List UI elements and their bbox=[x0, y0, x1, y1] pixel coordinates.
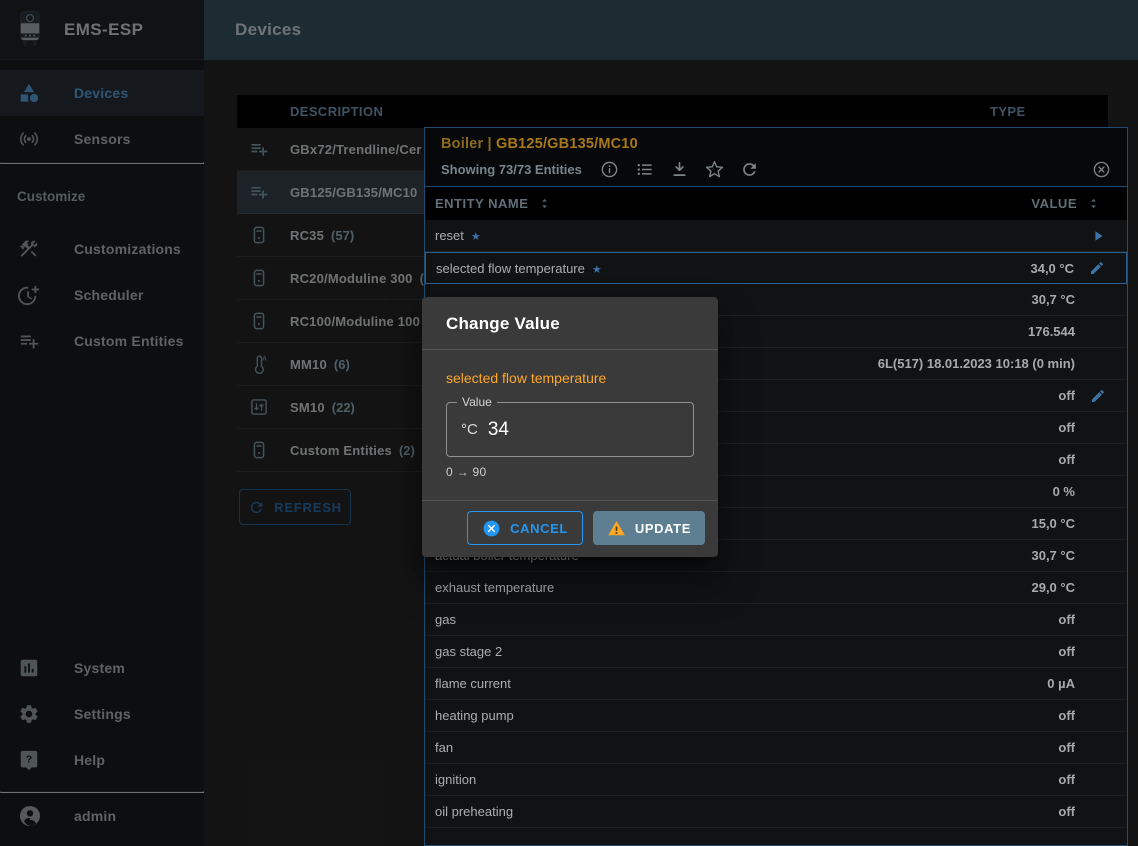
warning-icon bbox=[607, 519, 626, 538]
update-button[interactable]: UPDATE bbox=[593, 511, 705, 545]
cancel-icon bbox=[482, 519, 501, 538]
modal-footer: CANCEL UPDATE bbox=[422, 500, 718, 557]
value-unit: °C bbox=[461, 421, 478, 438]
modal-title: Change Value bbox=[446, 314, 560, 333]
cancel-button[interactable]: CANCEL bbox=[467, 511, 583, 545]
modal-body: selected flow temperature Value °C 34 0 … bbox=[422, 350, 718, 500]
update-button-label: UPDATE bbox=[635, 521, 691, 536]
value-input[interactable]: Value °C 34 bbox=[446, 402, 694, 457]
value-range-helper: 0 → 90 bbox=[446, 465, 694, 479]
cancel-button-label: CANCEL bbox=[510, 521, 568, 536]
value-input-label: Value bbox=[457, 395, 497, 409]
change-value-modal: Change Value selected flow temperature V… bbox=[422, 297, 718, 557]
modal-header: Change Value bbox=[422, 297, 718, 350]
value-text: 34 bbox=[488, 419, 509, 441]
screen: Devices EMS-ESP Devices Sensors Customiz… bbox=[0, 0, 1138, 846]
entity-label: selected flow temperature bbox=[446, 370, 694, 386]
